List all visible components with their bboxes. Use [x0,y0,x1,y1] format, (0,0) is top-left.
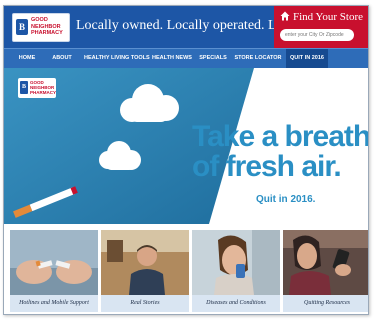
tile-caption: Diseases and Conditions [192,295,280,312]
nav-item-store-locator[interactable]: STORE LOCATOR [234,49,282,68]
nav-item-specials[interactable]: SPECIALS [198,49,228,68]
store-finder: Find Your Store [274,6,368,48]
logo-mark-icon: B [20,81,28,94]
tile-image-broken-cigarette [10,230,98,295]
site-logo[interactable]: B GOOD NEIGHBOR PHARMACY [12,13,70,42]
hero-subline: Quit in 2016. [256,194,316,205]
nav-item-health-news[interactable]: HEALTH NEWS [152,49,192,68]
logo-line: PHARMACY [31,30,63,36]
feature-tiles: Hotlines and Mobile Support Real Stories [4,224,368,314]
hero-headline: Take a breath of fresh air. [192,122,368,182]
tile-image-inhaler [192,230,280,295]
main-nav: HOME ABOUT HEALTHY LIVING TOOLS HEALTH N… [4,48,368,68]
tile-quitting-resources[interactable]: Quitting Resources [283,230,368,312]
store-finder-title: Find Your Store [280,11,363,23]
smoke-cloud-icon [99,141,141,170]
hero-logo-text: GOOD NEIGHBOR PHARMACY [30,80,57,95]
tile-image-phone-user [283,230,368,295]
tile-caption: Hotlines and Mobile Support [10,295,98,312]
browser-page: B GOOD NEIGHBOR PHARMACY Locally owned. … [3,5,369,315]
hero-headline-line: Take a breath [192,120,368,153]
site-header: B GOOD NEIGHBOR PHARMACY Locally owned. … [4,6,368,48]
hero-banner[interactable]: B GOOD NEIGHBOR PHARMACY Take a breath o… [4,68,368,224]
tile-real-stories[interactable]: Real Stories [101,230,189,312]
nav-item-quit-in-2016[interactable]: QUIT IN 2016 [286,49,328,68]
nav-item-home[interactable]: HOME [14,49,40,68]
nav-item-healthy-living-tools[interactable]: HEALTHY LIVING TOOLS [84,49,150,68]
cigarette-icon [13,186,78,218]
logo-line: PHARMACY [30,90,57,95]
hero-headline-line: of fresh air. [192,150,342,183]
logo-mark-icon: B [16,19,28,35]
store-finder-title-text: Find Your Store [293,11,363,23]
tile-diseases[interactable]: Diseases and Conditions [192,230,280,312]
hero-logo: B GOOD NEIGHBOR PHARMACY [18,78,56,98]
nav-item-about[interactable]: ABOUT [48,49,76,68]
tile-caption: Real Stories [101,295,189,312]
smoke-cloud-icon [120,84,179,122]
tile-caption: Quitting Resources [283,295,368,312]
logo-text: GOOD NEIGHBOR PHARMACY [31,17,69,37]
home-icon [280,11,290,21]
tile-hotlines[interactable]: Hotlines and Mobile Support [10,230,98,312]
tile-image-man-at-home [101,230,189,295]
store-search-input[interactable] [280,29,354,41]
